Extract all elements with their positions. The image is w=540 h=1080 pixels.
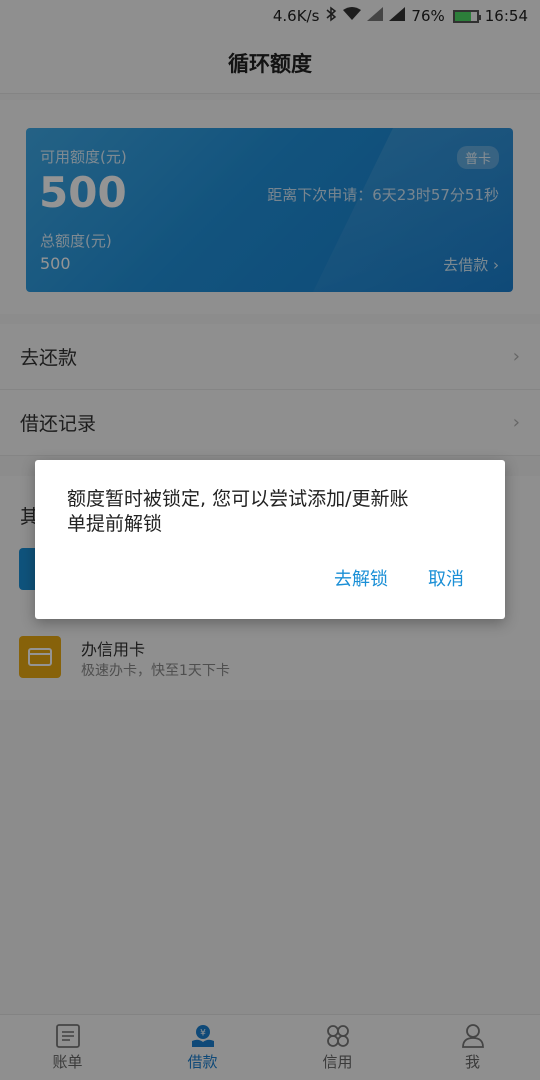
- dialog-message: 额度暂时被锁定, 您可以尝试添加/更新账单提前解锁: [67, 488, 409, 535]
- unlock-dialog: 额度暂时被锁定, 您可以尝试添加/更新账单提前解锁 去解锁 取消: [35, 460, 505, 619]
- unlock-button[interactable]: 去解锁: [334, 565, 388, 591]
- cancel-button[interactable]: 取消: [428, 565, 464, 591]
